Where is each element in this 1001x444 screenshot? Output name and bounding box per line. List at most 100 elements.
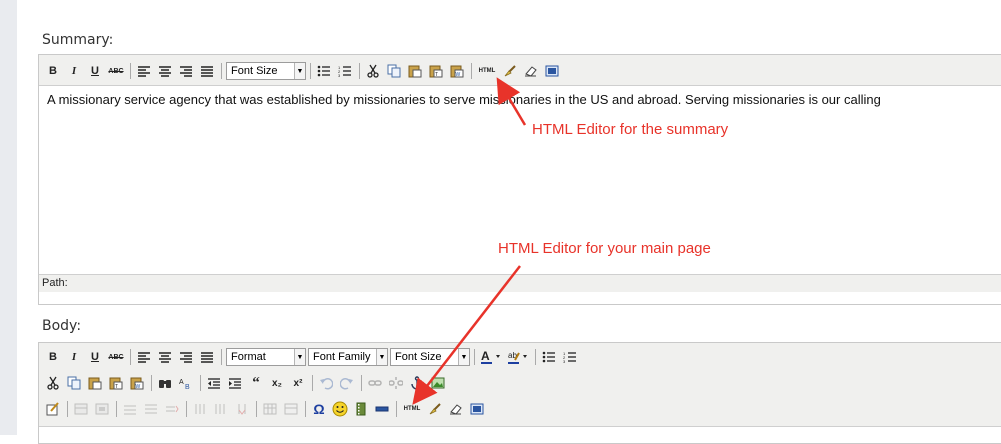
strikethrough-button[interactable]: ABC — [107, 348, 125, 366]
cut-icon[interactable] — [364, 62, 382, 80]
align-center-icon[interactable] — [156, 348, 174, 366]
indent-icon[interactable] — [226, 374, 244, 392]
blockquote-button[interactable]: “ — [247, 374, 265, 392]
fullscreen-icon[interactable] — [543, 62, 561, 80]
subscript-button[interactable]: x₂ — [268, 374, 286, 392]
toolbar-separator — [221, 349, 222, 365]
toolbar-separator — [471, 63, 472, 79]
html-editor-button[interactable]: HTML — [401, 400, 423, 418]
toolbar-separator — [200, 375, 201, 391]
toolbar-separator — [396, 401, 397, 417]
undo-icon[interactable] — [317, 374, 335, 392]
horizontal-rule-icon[interactable] — [373, 400, 391, 418]
anchor-icon[interactable] — [408, 374, 426, 392]
table-props-icon[interactable] — [282, 400, 300, 418]
toolbar-separator — [186, 401, 187, 417]
underline-button[interactable]: U — [86, 62, 104, 80]
toolbar-separator — [67, 401, 68, 417]
insert-col-after-icon[interactable] — [212, 400, 230, 418]
toolbar-separator — [116, 401, 117, 417]
redo-icon[interactable] — [338, 374, 356, 392]
media-icon[interactable] — [352, 400, 370, 418]
outdent-icon[interactable] — [205, 374, 223, 392]
link-icon[interactable] — [366, 374, 384, 392]
insert-col-before-icon[interactable] — [191, 400, 209, 418]
eraser-icon[interactable] — [522, 62, 540, 80]
unlink-icon[interactable] — [387, 374, 405, 392]
format-select[interactable]: Format ▼ — [226, 348, 306, 366]
paste-text-icon[interactable]: T — [427, 62, 445, 80]
underline-button[interactable]: U — [86, 348, 104, 366]
font-size-select[interactable]: Font Size ▼ — [390, 348, 470, 366]
chevron-down-icon: ▼ — [294, 349, 305, 365]
summary-label: Summary: — [42, 32, 114, 48]
svg-text:A: A — [179, 379, 184, 386]
insert-layer-icon[interactable] — [72, 400, 90, 418]
align-justify-icon[interactable] — [198, 62, 216, 80]
align-right-icon[interactable] — [177, 62, 195, 80]
svg-text:3: 3 — [563, 359, 566, 363]
text-color-icon[interactable]: A — [479, 348, 503, 366]
copy-icon[interactable] — [385, 62, 403, 80]
align-center-icon[interactable] — [156, 62, 174, 80]
paste-word-icon[interactable]: W — [448, 62, 466, 80]
image-icon[interactable] — [429, 374, 447, 392]
emoticon-icon[interactable] — [331, 400, 349, 418]
toolbar-separator — [310, 63, 311, 79]
cleanup-brush-icon[interactable] — [501, 62, 519, 80]
special-char-button[interactable]: Ω — [310, 400, 328, 418]
align-right-icon[interactable] — [177, 348, 195, 366]
italic-button[interactable]: I — [65, 348, 83, 366]
left-gutter — [0, 0, 17, 435]
background-color-icon[interactable]: ab — [506, 348, 530, 366]
toolbar-separator — [312, 375, 313, 391]
delete-row-icon[interactable] — [163, 400, 181, 418]
html-editor-button[interactable]: HTML — [476, 62, 498, 80]
toolbar-separator — [130, 349, 131, 365]
align-left-icon[interactable] — [135, 348, 153, 366]
insert-row-after-icon[interactable] — [142, 400, 160, 418]
toolbar-separator — [359, 63, 360, 79]
numbered-list-icon[interactable]: 123 — [561, 348, 579, 366]
delete-col-icon[interactable] — [233, 400, 251, 418]
font-size-select[interactable]: Font Size ▼ — [226, 62, 306, 80]
paste-text-icon[interactable]: T — [107, 374, 125, 392]
copy-icon[interactable] — [65, 374, 83, 392]
svg-text:T: T — [435, 72, 438, 78]
summary-annotation: HTML Editor for the summary — [532, 121, 729, 138]
eraser-icon[interactable] — [447, 400, 465, 418]
italic-button[interactable]: I — [65, 62, 83, 80]
body-label: Body: — [42, 318, 82, 334]
paste-icon[interactable] — [86, 374, 104, 392]
chevron-down-icon: ▼ — [376, 349, 387, 365]
align-justify-icon[interactable] — [198, 348, 216, 366]
bullet-list-icon[interactable] — [540, 348, 558, 366]
svg-text:W: W — [456, 72, 461, 78]
body-editor: B I U ABC Format ▼ Font Family ▼ Font Size… — [38, 342, 1001, 444]
cleanup-brush-icon[interactable] — [426, 400, 444, 418]
fullscreen-icon[interactable] — [468, 400, 486, 418]
replace-icon[interactable]: AB — [177, 374, 195, 392]
bullet-list-icon[interactable] — [315, 62, 333, 80]
bold-button[interactable]: B — [44, 62, 62, 80]
cut-icon[interactable] — [44, 374, 62, 392]
paste-word-icon[interactable]: W — [128, 374, 146, 392]
font-family-select[interactable]: Font Family ▼ — [308, 348, 388, 366]
edit-css-icon[interactable] — [44, 400, 62, 418]
find-icon[interactable] — [156, 374, 174, 392]
insert-row-before-icon[interactable] — [121, 400, 139, 418]
align-left-icon[interactable] — [135, 62, 153, 80]
strikethrough-button[interactable]: ABC — [107, 62, 125, 80]
summary-editor: B I U ABC Font Size ▼ 123 T W HTML A mis… — [38, 54, 1001, 305]
bold-button[interactable]: B — [44, 348, 62, 366]
toolbar-separator — [474, 349, 475, 365]
svg-text:T: T — [115, 384, 118, 390]
table-icon[interactable] — [261, 400, 279, 418]
summary-toolbar: B I U ABC Font Size ▼ 123 T W HTML — [39, 55, 1001, 86]
paste-icon[interactable] — [406, 62, 424, 80]
chevron-down-icon: ▼ — [294, 63, 305, 79]
superscript-button[interactable]: x² — [289, 374, 307, 392]
numbered-list-icon[interactable]: 123 — [336, 62, 354, 80]
font-size-select-label: Font Size — [231, 65, 278, 77]
layer-options-icon[interactable] — [93, 400, 111, 418]
